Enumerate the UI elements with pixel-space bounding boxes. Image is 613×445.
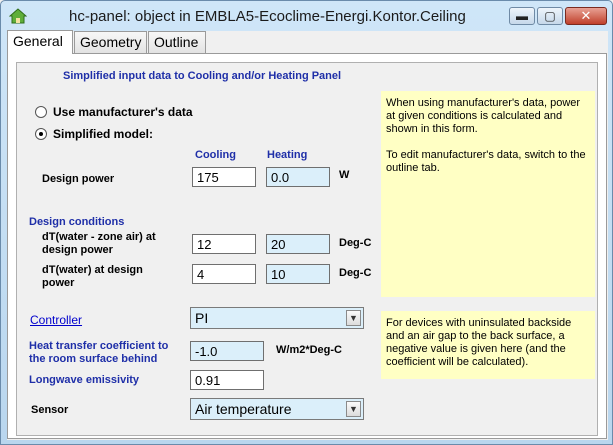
dt-water-heating-input[interactable] <box>266 264 330 284</box>
sensor-label: Sensor <box>31 404 69 416</box>
emissivity-label: Longwave emissivity <box>29 374 140 386</box>
backside-note-text: For devices with uninsulated backside an… <box>386 317 572 368</box>
column-header-heating: Heating <box>267 149 308 161</box>
tab-outline[interactable]: Outline <box>148 31 206 53</box>
form-heading: Simplified input data to Cooling and/or … <box>63 70 342 82</box>
htc-unit: W/m2*Deg-C <box>276 344 343 356</box>
dt-water-label-line1: dT(water) at design <box>42 264 143 276</box>
close-button[interactable]: ✕ <box>565 7 607 25</box>
design-power-unit: W <box>339 169 350 181</box>
maximize-icon: ▢ <box>544 9 556 23</box>
house-icon <box>9 8 27 24</box>
design-conditions-label: Design conditions <box>29 216 125 228</box>
dt-water-unit: Deg-C <box>339 267 372 279</box>
tab-general[interactable]: General <box>7 30 73 54</box>
minimize-button[interactable]: ▬ <box>509 7 535 25</box>
sensor-select-value: Air temperature <box>195 401 292 417</box>
minimize-icon: ▬ <box>516 9 528 23</box>
window-title: hc-panel: object in EMBLA5-Ecoclime-Ener… <box>69 8 466 25</box>
dt-water-label-line2: power <box>42 277 75 289</box>
design-power-heating-input[interactable] <box>266 167 330 187</box>
tab-geometry[interactable]: Geometry <box>74 31 147 53</box>
app-window: hc-panel: object in EMBLA5-Ecoclime-Ener… <box>0 0 613 445</box>
chevron-down-icon[interactable]: ▼ <box>346 401 361 417</box>
column-header-cooling: Cooling <box>195 149 236 161</box>
tab-panel: Simplified input data to Cooling and/or … <box>7 53 607 439</box>
maximize-button[interactable]: ▢ <box>537 7 563 25</box>
design-power-cooling-input[interactable] <box>192 167 256 187</box>
sensor-select[interactable]: Air temperature ▼ <box>190 398 364 420</box>
radio-simplified[interactable] <box>35 128 47 140</box>
htc-input[interactable] <box>190 341 264 361</box>
dt-water-cooling-input[interactable] <box>192 264 256 284</box>
close-icon: ✕ <box>580 8 592 23</box>
radio-manufacturer[interactable] <box>35 106 47 118</box>
backside-info-note: For devices with uninsulated backside an… <box>381 311 595 379</box>
title-bar[interactable]: hc-panel: object in EMBLA5-Ecoclime-Ener… <box>1 1 612 31</box>
htc-label-line1: Heat transfer coefficient to <box>29 340 169 352</box>
manufacturer-info-note: When using manufacturer's data, power at… <box>381 91 595 297</box>
controller-select[interactable]: PI ▼ <box>190 307 364 329</box>
htc-label-line2: the room surface behind <box>29 353 158 365</box>
dt-zone-unit: Deg-C <box>339 237 372 249</box>
radio-manufacturer-label[interactable]: Use manufacturer's data <box>53 105 193 119</box>
dt-zone-label-line2: design power <box>42 244 113 256</box>
dt-zone-label-line1: dT(water - zone air) at <box>42 231 156 243</box>
dt-zone-heating-input[interactable] <box>266 234 330 254</box>
dt-zone-cooling-input[interactable] <box>192 234 256 254</box>
controller-select-value: PI <box>195 310 209 326</box>
design-power-label: Design power <box>42 173 115 185</box>
manufacturer-note-text-1: When using manufacturer's data, power at… <box>386 97 581 135</box>
controller-link[interactable]: Controller <box>30 313 82 327</box>
chevron-down-icon[interactable]: ▼ <box>346 310 361 326</box>
radio-simplified-label[interactable]: Simplified model: <box>53 127 153 141</box>
form-area: Simplified input data to Cooling and/or … <box>16 62 598 436</box>
emissivity-input[interactable] <box>190 370 264 390</box>
manufacturer-note-text-2: To edit manufacturer's data, switch to t… <box>386 149 586 174</box>
client-area: General Geometry Outline Simplified inpu… <box>7 30 608 440</box>
